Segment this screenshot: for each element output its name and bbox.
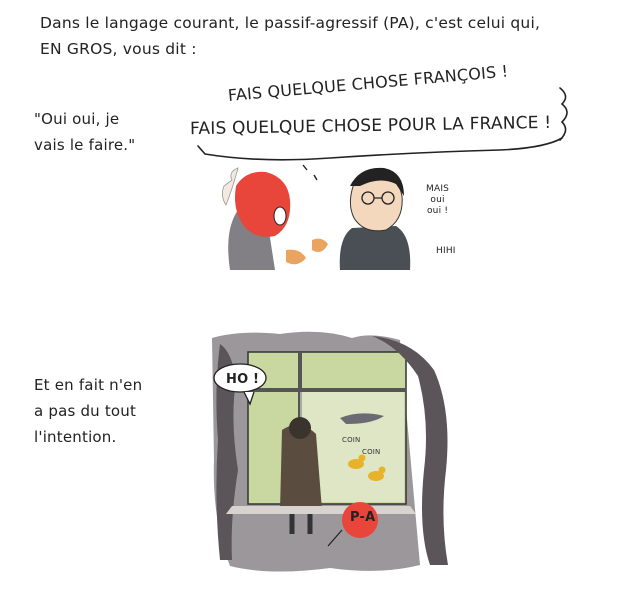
room-scene	[212, 331, 448, 572]
truth-text: Et en fait n'en a pas du tout l'intentio…	[34, 372, 142, 450]
quote-line-2: vais le faire."	[34, 136, 136, 154]
truth-line-2: a pas du tout	[34, 402, 137, 420]
duck-sound-1: COIN	[342, 436, 361, 444]
truth-line-3: l'intention.	[34, 428, 117, 446]
woman-figure	[222, 167, 328, 270]
ho-exclamation: HO !	[226, 372, 260, 387]
reply-aside: HIHI	[436, 246, 456, 256]
truth-line-1: Et en fait n'en	[34, 376, 143, 394]
thought-dots	[302, 164, 318, 181]
intro-line-2: EN GROS, vous dit :	[40, 40, 197, 58]
quote-line-1: "Oui oui, je	[34, 110, 120, 128]
quote-text: "Oui oui, je vais le faire."	[34, 106, 135, 158]
duck-sound-2: COIN	[362, 448, 381, 456]
reply-note: MAIS oui oui !	[426, 184, 449, 217]
man-figure	[339, 167, 411, 270]
intro-text: Dans le langage courant, le passif-agres…	[40, 10, 600, 62]
reply-line-3: oui !	[426, 206, 449, 216]
reply-line-2: oui	[430, 195, 445, 205]
reply-line-1: MAIS	[426, 184, 450, 194]
intro-line-1: Dans le langage courant, le passif-agres…	[40, 14, 541, 32]
pa-badge-label: P-A	[350, 510, 376, 525]
